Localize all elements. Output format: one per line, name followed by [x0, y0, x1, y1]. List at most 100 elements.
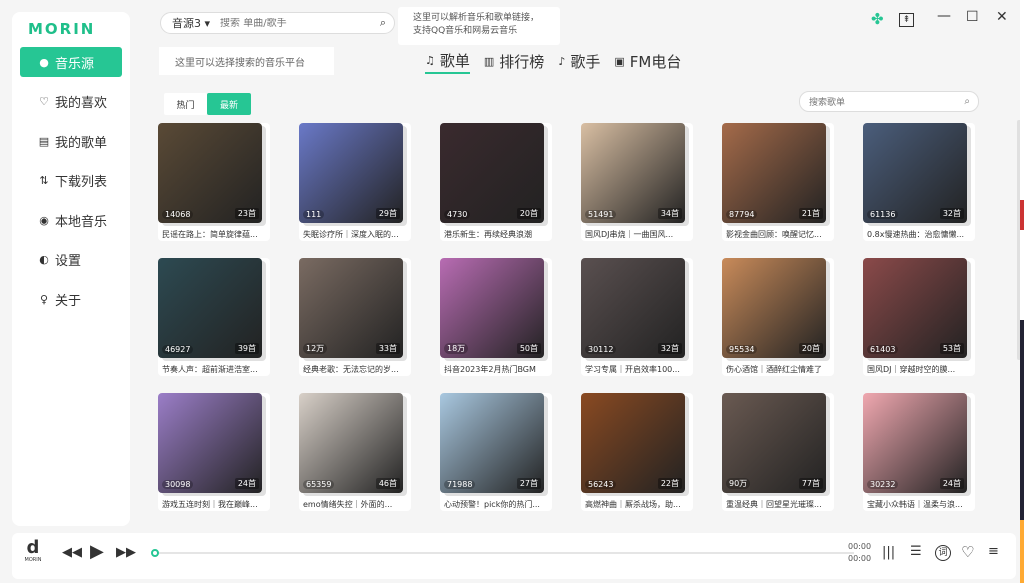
playlist-card[interactable]: 30232 24首宝藏小众韩语｜温柔与浪... [863, 393, 975, 511]
pin-icon[interactable]: ⇞ [899, 13, 914, 27]
play-icon[interactable]: ▶ [90, 541, 104, 562]
playlist-title[interactable]: 高燃神曲｜厮杀战场，助... [585, 499, 689, 510]
filter-latest[interactable]: 最新 [207, 93, 251, 115]
playlist-card[interactable]: 18万 50首抖音2023年2月热门BGM [440, 258, 552, 376]
search-icon[interactable]: ⌕ [964, 96, 970, 107]
playlist-cover[interactable]: 12万 33首 [299, 258, 403, 358]
playlist-card[interactable]: 90万 77首重温经典｜回望星光璀璨... [722, 393, 834, 511]
playlist-cover[interactable]: 46927 39首 [158, 258, 262, 358]
track-count: 77首 [798, 478, 823, 489]
close-icon[interactable]: ✕ [996, 9, 1008, 25]
playlist-cover[interactable]: 14068 23首 [158, 123, 262, 223]
play-count: 111 [303, 210, 325, 219]
source-select[interactable]: 音源3 ▾ [172, 15, 210, 31]
playlist-title[interactable]: 心动预警！pick你的热门... [444, 499, 548, 510]
playlist-title[interactable]: emo情绪失控｜外面的... [303, 499, 407, 510]
playlist-title[interactable]: 宝藏小众韩语｜温柔与浪... [867, 499, 971, 510]
tab-fm[interactable]: ▣ FM电台 [614, 48, 681, 74]
playlist-title[interactable]: 民谣在路上：简单旋律蕴... [162, 229, 266, 240]
playlist-card[interactable]: 95534 20首伤心酒馆｜酒醉红尘情难了 [722, 258, 834, 376]
playlist-card[interactable]: 14068 23首民谣在路上：简单旋律蕴... [158, 123, 270, 241]
playlist-title[interactable]: 国风DJ｜穿越时空的膜... [867, 364, 971, 375]
playlist-card[interactable]: 4730 20首港乐新生：再续经典浪潮 [440, 123, 552, 241]
sidebar-item-3[interactable]: ⇅ 下载列表 [20, 166, 122, 196]
tab-playlist[interactable]: ♫ 歌单 [425, 48, 470, 74]
playlist-title[interactable]: 影视金曲回顾：唤醒记忆... [726, 229, 830, 240]
playlist-card[interactable]: 87794 21首影视金曲回顾：唤醒记忆... [722, 123, 834, 241]
tab-charts[interactable]: ▥ 排行榜 [484, 48, 544, 74]
maximize-icon[interactable]: ☐ [966, 9, 979, 25]
playlist-card[interactable]: 30098 24首游戏五连时刻｜我在巅峰... [158, 393, 270, 511]
play-count: 18万 [444, 343, 469, 354]
queue-icon[interactable]: ≡ [988, 544, 999, 559]
playlist-card[interactable]: 46927 39首节奏人声：超前渐进浩室... [158, 258, 270, 376]
playlist-title[interactable]: 失眠诊疗所｜深度入眠的... [303, 229, 407, 240]
minimize-icon[interactable]: — [937, 8, 951, 24]
playlist-title[interactable]: 经典老歌：无法忘记的岁... [303, 364, 407, 375]
playlist-cover[interactable]: 61136 32首 [863, 123, 967, 223]
playlist-title[interactable]: 伤心酒馆｜酒醉红尘情难了 [726, 364, 830, 375]
download-icon: ⇅ [39, 174, 49, 187]
playlist-cover[interactable]: 51491 34首 [581, 123, 685, 223]
playlist-card[interactable]: 61136 32首 0.8x慢速热曲：治愈慵懒... [863, 123, 975, 241]
playlist-cover[interactable]: 95534 20首 [722, 258, 826, 358]
progress-bar[interactable] [151, 549, 854, 557]
playlist-cover[interactable]: 65359 46首 [299, 393, 403, 493]
playlist-cover[interactable]: 111 29首 [299, 123, 403, 223]
sidebar-item-5[interactable]: ◐ 设置 [20, 245, 122, 275]
playlist-cover[interactable]: 18万 50首 [440, 258, 544, 358]
playlist-cover[interactable]: 4730 20首 [440, 123, 544, 223]
playlist-card[interactable]: 65359 46首 emo情绪失控｜外面的... [299, 393, 411, 511]
track-count: 20首 [516, 208, 541, 219]
sidebar-item-2[interactable]: ▤ 我的歌单 [20, 126, 122, 156]
playlist-cover[interactable]: 71988 27首 [440, 393, 544, 493]
heart-icon[interactable]: ♡ [961, 543, 974, 561]
sidebar-item-4[interactable]: ◉ 本地音乐 [20, 205, 122, 235]
track-count: 46首 [375, 478, 400, 489]
playlist-cover[interactable]: 90万 77首 [722, 393, 826, 493]
sidebar-item-1[interactable]: ♡ 我的喜欢 [20, 87, 122, 117]
music-source-icon: ● [39, 55, 49, 69]
playlist-cover[interactable]: 56243 22首 [581, 393, 685, 493]
playlist-card[interactable]: 12万 33首经典老歌：无法忘记的岁... [299, 258, 411, 376]
filter-hot[interactable]: 热门 [164, 93, 207, 115]
tab-artists[interactable]: ♪ 歌手 [558, 48, 600, 74]
playlist-title[interactable]: 重温经典｜回望星光璀璨... [726, 499, 830, 510]
next-icon[interactable]: ▶▶ [116, 545, 136, 560]
previous-icon[interactable]: ◀◀ [62, 545, 82, 560]
playlist-card[interactable]: 56243 22首高燃神曲｜厮杀战场，助... [581, 393, 693, 511]
progress-knob[interactable] [151, 549, 159, 557]
list-icon[interactable]: ☰ [910, 544, 922, 559]
sidebar-item-6[interactable]: ♀ 关于 [20, 284, 122, 314]
playlist-title[interactable]: 游戏五连时刻｜我在巅峰... [162, 499, 266, 510]
playlist-title[interactable]: 国风DJ串烧｜一曲国风... [585, 229, 689, 240]
search-icon[interactable]: ⌕ [380, 16, 386, 30]
track-count: 22首 [657, 478, 682, 489]
playlist-search[interactable]: 搜索歌单 ⌕ [799, 91, 979, 112]
playlist-cover[interactable]: 61403 53首 [863, 258, 967, 358]
playlist-card[interactable]: 61403 53首国风DJ｜穿越时空的膜... [863, 258, 975, 376]
playlist-title[interactable]: 学习专属｜开启效率100... [585, 364, 689, 375]
play-count: 61403 [867, 345, 899, 354]
playlist-card[interactable]: 30112 32首学习专属｜开启效率100... [581, 258, 693, 376]
play-count: 46927 [162, 345, 194, 354]
sidebar-item-0[interactable]: ● 音乐源 [20, 47, 122, 77]
playlist-title[interactable]: 0.8x慢速热曲：治愈慵懒... [867, 229, 971, 240]
playlist-card[interactable]: 51491 34首国风DJ串烧｜一曲国风... [581, 123, 693, 241]
playlist-title[interactable]: 节奏人声：超前渐进浩室... [162, 364, 266, 375]
play-count: 30112 [585, 345, 617, 354]
playlist-cover[interactable]: 30232 24首 [863, 393, 967, 493]
lyric-button[interactable]: 词 [935, 545, 951, 561]
track-count: 32首 [657, 343, 682, 354]
equalizer-icon[interactable]: ||| [882, 545, 895, 560]
playlist-cover[interactable]: 30098 24首 [158, 393, 262, 493]
playlist-title[interactable]: 港乐新生：再续经典浪潮 [444, 229, 548, 240]
playlist-cover[interactable]: 30112 32首 [581, 258, 685, 358]
playlist-card[interactable]: 71988 27首心动预警！pick你的热门... [440, 393, 552, 511]
search-input[interactable] [220, 17, 371, 29]
playlist-title[interactable]: 抖音2023年2月热门BGM [444, 364, 548, 375]
playlist-card[interactable]: 111 29首失眠诊疗所｜深度入眠的... [299, 123, 411, 241]
playlist-search-input[interactable]: 搜索歌单 [809, 95, 845, 108]
theme-icon[interactable]: ✤ [871, 10, 884, 28]
playlist-cover[interactable]: 87794 21首 [722, 123, 826, 223]
